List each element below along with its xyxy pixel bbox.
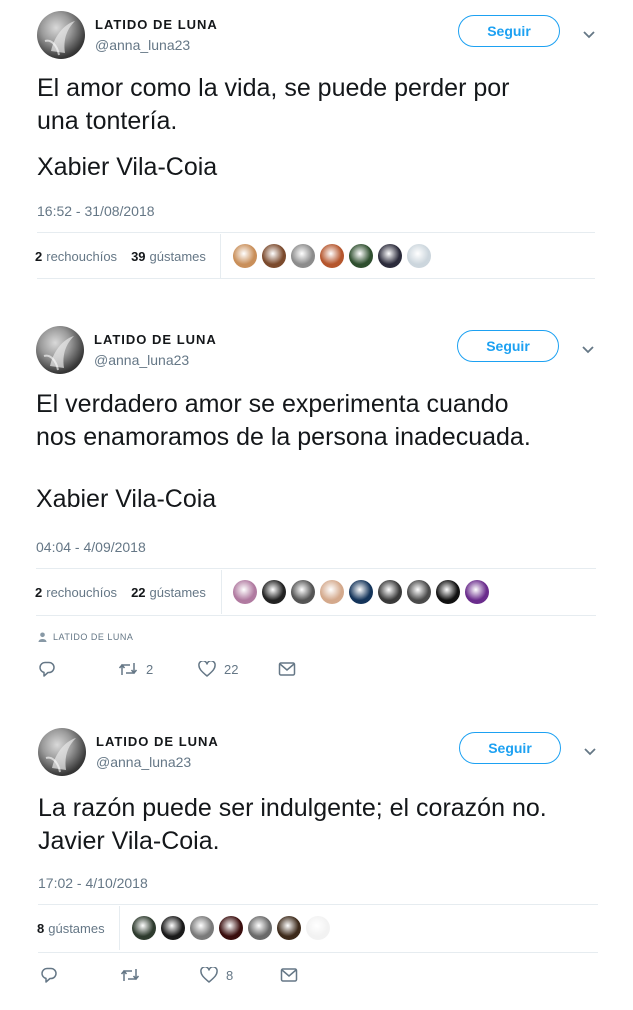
- divider: [38, 952, 598, 953]
- direct-message-button[interactable]: [278, 661, 296, 677]
- user-handle[interactable]: @anna_luna23: [96, 754, 191, 770]
- stats-separator: [221, 570, 222, 614]
- reply-button[interactable]: [38, 660, 56, 678]
- retweet-count[interactable]: 2 rechouchíos: [35, 585, 117, 600]
- avatar[interactable]: [36, 326, 84, 374]
- chevron-down-icon[interactable]: [582, 743, 598, 759]
- tweet-body: La razón puede ser indulgente; el corazó…: [38, 794, 547, 855]
- likers-avatars: [233, 580, 489, 604]
- liker-avatar[interactable]: [219, 916, 243, 940]
- divider: [36, 615, 596, 616]
- like-count[interactable]: 8 gústames: [37, 921, 105, 936]
- like-action-count: 8: [226, 967, 234, 983]
- liker-avatar[interactable]: [320, 580, 344, 604]
- retweet-button[interactable]: [120, 966, 140, 984]
- liker-avatar[interactable]: [248, 916, 272, 940]
- stats-separator: [220, 234, 221, 278]
- engagement-stats: 2 rechouchíos 39 gústames: [35, 233, 220, 279]
- envelope-icon: [278, 662, 296, 676]
- display-name[interactable]: LATIDO DE LUNA: [96, 734, 219, 749]
- tweet-author-line: Xabier Vila-Coia: [36, 485, 217, 513]
- liker-avatar[interactable]: [291, 580, 315, 604]
- reply-icon: [39, 661, 55, 677]
- tweet-1: LATIDO DE LUNA @anna_luna23 Seguir El am…: [0, 0, 633, 300]
- liker-avatar[interactable]: [349, 580, 373, 604]
- liker-avatar[interactable]: [291, 244, 315, 268]
- liker-avatar[interactable]: [132, 916, 156, 940]
- reply-icon: [41, 967, 57, 983]
- chevron-down-icon[interactable]: [580, 341, 596, 357]
- follow-button[interactable]: Seguir: [459, 732, 561, 764]
- like-button[interactable]: 22: [198, 661, 238, 677]
- context-label: LATIDO DE LUNA: [53, 632, 134, 642]
- liker-avatar[interactable]: [378, 244, 402, 268]
- engagement-stats: 2 rechouchíos 22 gústames: [35, 569, 220, 615]
- liker-avatar[interactable]: [233, 580, 257, 604]
- like-count[interactable]: 22 gústames: [131, 585, 206, 600]
- avatar[interactable]: [37, 11, 85, 59]
- like-count[interactable]: 39 gústames: [131, 249, 206, 264]
- liker-avatar[interactable]: [378, 580, 402, 604]
- follow-button[interactable]: Seguir: [458, 15, 560, 47]
- display-name[interactable]: LATIDO DE LUNA: [94, 332, 217, 347]
- tweet-body: El verdadero amor se experimenta cuando …: [36, 390, 531, 451]
- retweet-button[interactable]: 2: [118, 660, 153, 678]
- tweet-text: El verdadero amor se experimenta cuando …: [36, 388, 531, 454]
- timestamp[interactable]: 04:04 - 4/09/2018: [36, 539, 146, 555]
- tweet-3: LATIDO DE LUNA @anna_luna23 Seguir La ra…: [0, 717, 633, 1010]
- likers-avatars: [233, 244, 431, 268]
- user-handle[interactable]: @anna_luna23: [94, 352, 189, 368]
- display-name[interactable]: LATIDO DE LUNA: [95, 17, 218, 32]
- likers-avatars: [132, 916, 330, 940]
- direct-message-button[interactable]: [280, 967, 298, 983]
- engagement-stats: 8 gústames: [37, 905, 119, 951]
- like-button[interactable]: 8: [200, 967, 233, 983]
- timestamp[interactable]: 17:02 - 4/10/2018: [38, 875, 148, 891]
- liker-avatar[interactable]: [277, 916, 301, 940]
- retweet-count[interactable]: 2 rechouchíos: [35, 249, 117, 264]
- retweet-action-count: 2: [146, 661, 154, 677]
- liker-avatar[interactable]: [407, 580, 431, 604]
- liker-avatar[interactable]: [262, 244, 286, 268]
- user-handle[interactable]: @anna_luna23: [95, 37, 190, 53]
- liker-avatar[interactable]: [161, 916, 185, 940]
- timestamp[interactable]: 16:52 - 31/08/2018: [37, 203, 155, 219]
- heart-icon: [198, 661, 216, 677]
- action-bar: 8: [0, 963, 633, 987]
- retweet-icon: [118, 663, 138, 675]
- liker-avatar[interactable]: [233, 244, 257, 268]
- reply-button[interactable]: [40, 966, 58, 984]
- liker-avatar[interactable]: [349, 244, 373, 268]
- retweet-icon: [120, 969, 140, 981]
- action-bar: 2 22: [0, 657, 633, 681]
- stats-separator: [119, 906, 120, 950]
- liker-avatar[interactable]: [262, 580, 286, 604]
- heart-icon: [200, 967, 218, 983]
- liker-avatar[interactable]: [465, 580, 489, 604]
- divider: [38, 904, 598, 905]
- like-action-count: 22: [224, 661, 239, 677]
- liker-avatar[interactable]: [306, 916, 330, 940]
- liker-avatar[interactable]: [320, 244, 344, 268]
- tweet-text: El amor como la vida, se puede perder po…: [37, 72, 509, 138]
- conversation-context[interactable]: LATIDO DE LUNA: [38, 632, 133, 642]
- liker-avatar[interactable]: [190, 916, 214, 940]
- tweet-author-line: Xabier Vila-Coia: [37, 153, 218, 181]
- tweet-2: LATIDO DE LUNA @anna_luna23 Seguir El ve…: [0, 315, 633, 700]
- tweet-body: El amor como la vida, se puede perder po…: [37, 74, 510, 135]
- divider: [37, 278, 595, 279]
- avatar[interactable]: [38, 728, 86, 776]
- liker-avatar[interactable]: [407, 244, 431, 268]
- person-icon: [38, 632, 47, 642]
- tweet-text: La razón puede ser indulgente; el corazó…: [38, 792, 547, 858]
- follow-button[interactable]: Seguir: [457, 330, 559, 362]
- envelope-icon: [280, 968, 298, 982]
- liker-avatar[interactable]: [436, 580, 460, 604]
- chevron-down-icon[interactable]: [581, 26, 597, 42]
